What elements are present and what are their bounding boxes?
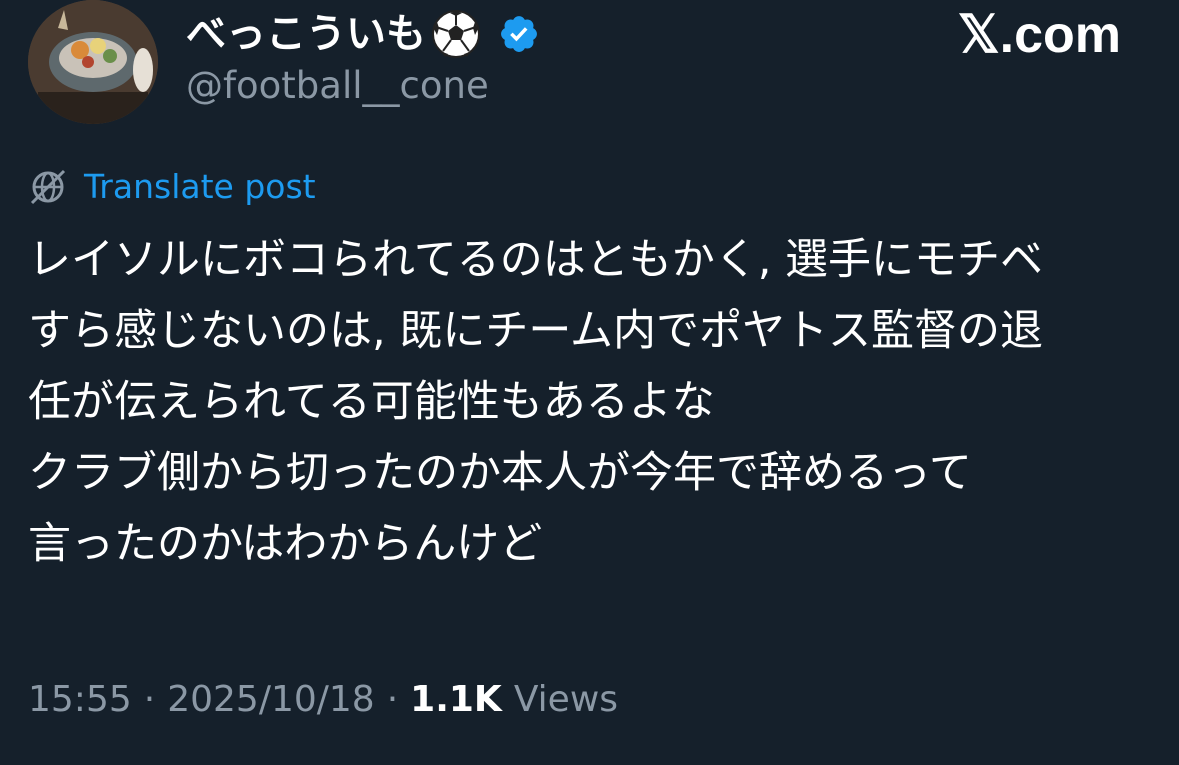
tweet-text: レイソルにボコられてるのはともかく, 選手にモチベ すら感じないのは, 既にチー… xyxy=(28,225,1158,580)
tweet-text-line: すら感じないのは, 既にチーム内でポヤトス監督の退 xyxy=(28,306,1044,356)
avatar[interactable] xyxy=(28,0,158,124)
soccer-ball-icon xyxy=(432,10,480,58)
tweet-text-line: 任が伝えられてる可能性もあるよな xyxy=(28,377,715,427)
author-display-name[interactable]: べっこういも xyxy=(186,8,426,60)
tweet-text-line: レイソルにボコられてるのはともかく, 選手にモチベ xyxy=(28,235,1044,285)
verified-badge-icon[interactable] xyxy=(498,13,540,55)
avatar-image xyxy=(28,0,158,124)
views-label: Views xyxy=(513,678,619,720)
brand-logo: 𝕏.com xyxy=(957,6,1121,64)
author-handle[interactable]: @football__cone xyxy=(186,62,489,110)
views-count[interactable]: 1.1K xyxy=(410,679,502,720)
globe-icon xyxy=(30,169,66,205)
post-time[interactable]: 15:55 xyxy=(28,679,132,720)
meta-separator: · xyxy=(386,678,399,720)
post-date[interactable]: 2025/10/18 xyxy=(167,679,375,720)
author-name-row[interactable]: べっこういも xyxy=(186,8,540,60)
tweet-meta: 15:55 · 2025/10/18 · 1.1K Views xyxy=(28,672,618,726)
translate-post-label[interactable]: Translate post xyxy=(84,164,316,210)
tweet-text-line: クラブ側から切ったのか本人が今年で辞めるって xyxy=(28,448,972,498)
meta-separator: · xyxy=(143,678,156,720)
tweet-text-line: 言ったのかはわからんけど xyxy=(28,519,543,569)
translate-post-button[interactable]: Translate post xyxy=(28,164,316,210)
